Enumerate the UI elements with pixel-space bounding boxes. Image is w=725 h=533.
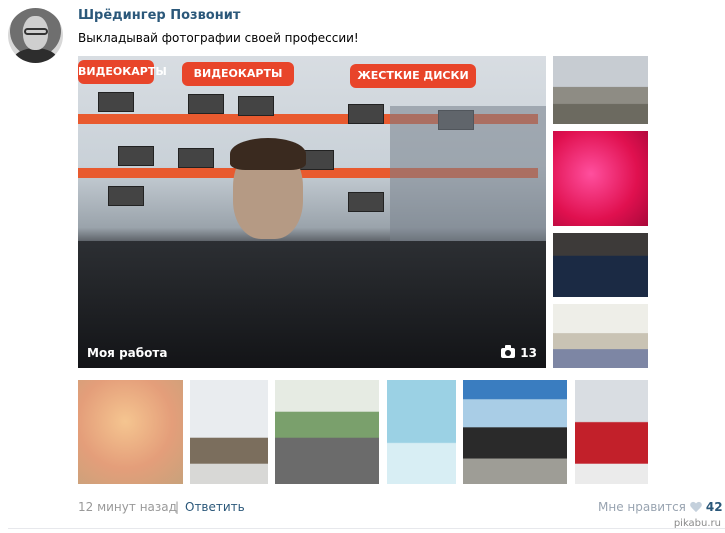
reply-link[interactable]: Ответить	[185, 500, 245, 514]
store-sign: ВИДЕОКАРТЫ	[78, 60, 167, 84]
main-photo[interactable]: ВИДЕОКАРТЫ ВИДЕОКАРТЫ ЖЕСТКИЕ ДИСКИ Моя …	[78, 56, 546, 368]
photo-thumbnail[interactable]	[553, 233, 648, 297]
like-label: Мне нравится	[598, 500, 686, 514]
store-sign: ВИДЕОКАРТЫ	[182, 62, 294, 86]
post-timestamp[interactable]: 12 минут назад	[78, 500, 177, 514]
like-count: 42	[705, 500, 723, 514]
photo-thumbnail[interactable]	[78, 380, 183, 484]
photo-count-value: 13	[520, 346, 537, 360]
photo-count[interactable]: 13	[501, 345, 537, 360]
footer-separator: |	[175, 500, 180, 514]
photo-thumbnail[interactable]	[463, 380, 567, 484]
photo-thumbnail[interactable]	[387, 380, 456, 484]
photo-thumbnail[interactable]	[190, 380, 268, 484]
heart-icon	[690, 502, 702, 513]
watermark: pikabu.ru	[673, 518, 721, 529]
author-avatar[interactable]	[8, 8, 63, 63]
post-text: Выкладывай фотографии своей профессии!	[78, 31, 359, 45]
photo-thumbnail[interactable]	[553, 304, 648, 368]
like-button[interactable]: Мне нравится 42	[598, 500, 723, 514]
photo-caption: Моя работа	[87, 346, 168, 360]
photo-thumbnail[interactable]	[575, 380, 648, 484]
photo-thumbnail[interactable]	[275, 380, 379, 484]
post-divider	[8, 528, 725, 529]
photo-thumbnail[interactable]	[553, 131, 648, 226]
author-name[interactable]: Шрёдингер Позвонит	[78, 8, 240, 24]
camera-icon	[501, 345, 516, 358]
store-sign: ЖЕСТКИЕ ДИСКИ	[350, 64, 476, 88]
photo-thumbnail[interactable]	[553, 56, 648, 124]
